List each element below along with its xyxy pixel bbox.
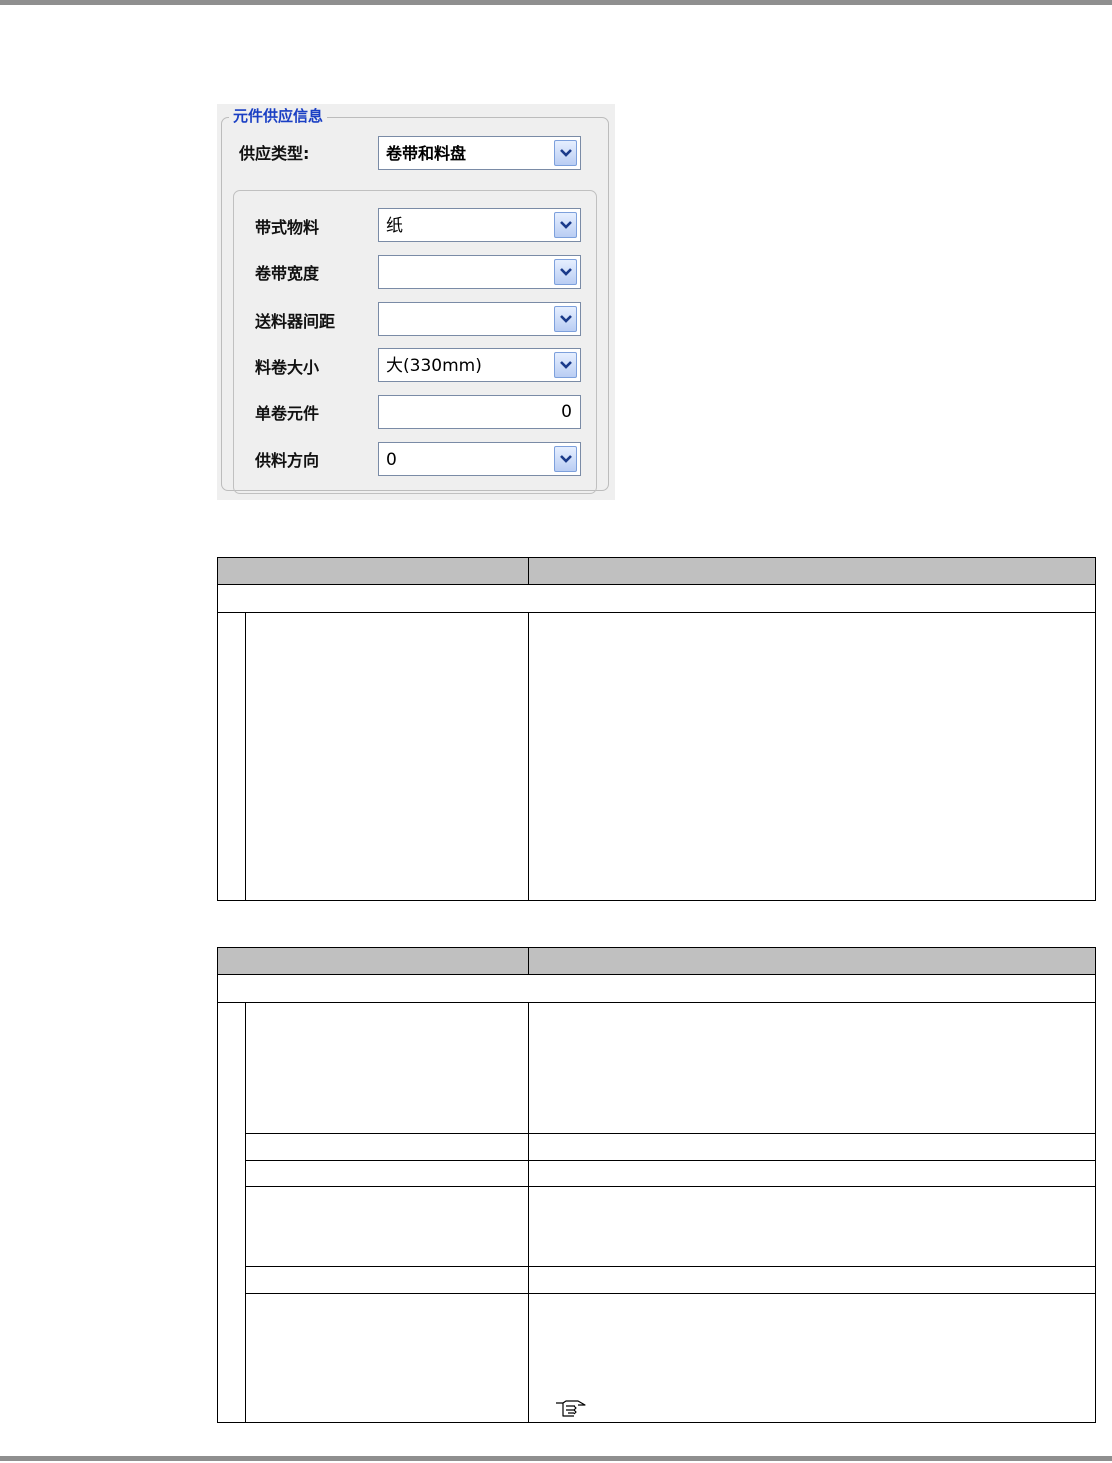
header-divider xyxy=(528,948,529,974)
reel-size-label: 料卷大小 xyxy=(255,358,320,377)
bottom-rule xyxy=(0,1456,1112,1461)
pointing-hand-icon xyxy=(556,1400,586,1417)
supply-type-select[interactable]: 卷带和料盘 xyxy=(378,136,581,170)
group-title: 元件供应信息 xyxy=(229,106,328,126)
chevron-down-icon[interactable] xyxy=(554,352,577,378)
table-header xyxy=(218,948,1095,975)
table-header xyxy=(218,558,1095,585)
feeder-pitch-label: 送料器间距 xyxy=(255,312,336,331)
feed-direction-value: 0 xyxy=(386,450,397,470)
tape-material-value: 纸 xyxy=(386,216,403,236)
reel-size-select[interactable]: 大(330mm) xyxy=(378,348,581,382)
parts-per-reel-input[interactable]: 0 xyxy=(378,395,581,429)
feed-direction-label: 供料方向 xyxy=(255,451,320,470)
group-row xyxy=(218,975,1095,1003)
chevron-down-icon[interactable] xyxy=(554,446,577,472)
reel-size-value: 大(330mm) xyxy=(386,356,482,376)
tape-material-select[interactable]: 纸 xyxy=(378,208,581,242)
tape-width-select[interactable] xyxy=(378,255,581,289)
table-row xyxy=(245,613,1095,900)
table-row xyxy=(245,1134,1095,1161)
supply-type-value: 卷带和料盘 xyxy=(386,144,467,163)
description-table-2 xyxy=(217,947,1096,1423)
table-row xyxy=(245,1294,1095,1422)
table-row xyxy=(245,1161,1095,1187)
supply-type-label: 供应类型: xyxy=(239,144,310,163)
group-row xyxy=(218,585,1095,613)
table-row xyxy=(245,1267,1095,1294)
table-row xyxy=(245,1003,1095,1134)
chevron-down-icon[interactable] xyxy=(554,306,577,332)
component-supply-panel: 元件供应信息 供应类型: 卷带和料盘 带式物料 纸 卷带宽度 送料器间距 料卷大… xyxy=(217,104,615,500)
tape-material-label: 带式物料 xyxy=(255,218,320,237)
parts-per-reel-value: 0 xyxy=(561,402,572,422)
table-row xyxy=(245,1187,1095,1267)
chevron-down-icon[interactable] xyxy=(554,212,577,238)
feeder-pitch-select[interactable] xyxy=(378,302,581,336)
top-rule xyxy=(0,0,1112,5)
parts-per-reel-label: 单卷元件 xyxy=(255,404,320,423)
description-table-1 xyxy=(217,557,1096,901)
tape-width-label: 卷带宽度 xyxy=(255,264,320,283)
header-divider xyxy=(528,558,529,584)
feed-direction-select[interactable]: 0 xyxy=(378,442,581,476)
chevron-down-icon[interactable] xyxy=(554,259,577,285)
chevron-down-icon[interactable] xyxy=(554,140,577,166)
